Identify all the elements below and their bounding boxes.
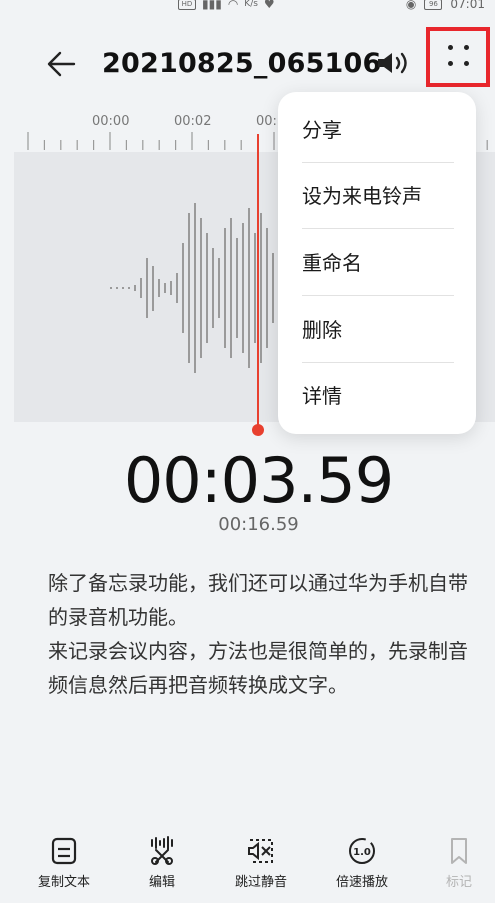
waveform-bar	[116, 287, 118, 289]
menu-item-details[interactable]: 详情	[302, 363, 454, 429]
waveform-bar	[242, 223, 244, 353]
vpn-icon: ♥	[263, 0, 275, 11]
elapsed-time: 00:03.59	[123, 444, 394, 517]
waveform-bar	[212, 248, 214, 328]
speaker-button[interactable]	[374, 48, 414, 78]
waveform-bar	[164, 283, 166, 293]
skip-silence-button[interactable]: 跳过静音	[228, 836, 294, 902]
more-options-button[interactable]	[426, 27, 490, 87]
bottom-toolbar: 复制文本 编辑 跳过静音 1.0 倍速播放 标记	[0, 836, 495, 903]
waveform-bar	[152, 265, 154, 311]
playback-speed-label: 倍速播放	[335, 875, 388, 890]
waveform-bar	[182, 243, 184, 333]
status-icons-right: ◉ 96 07:01	[406, 0, 485, 11]
copy-text-icon	[51, 837, 77, 865]
bookmark-icon	[451, 838, 467, 864]
playhead-handle[interactable]	[252, 424, 264, 436]
menu-item-share[interactable]: 分享	[302, 97, 454, 163]
clock: 07:01	[450, 0, 485, 11]
waveform-bar	[218, 258, 220, 318]
recording-title: 20210825_065106	[102, 48, 382, 79]
speed-icon-text: 1.0	[353, 847, 371, 858]
menu-item-delete[interactable]: 删除	[302, 297, 454, 363]
scissors-waveform-icon	[151, 836, 173, 865]
copy-text-button[interactable]: 复制文本	[32, 836, 96, 902]
mark-label: 标记	[445, 875, 472, 890]
waveform-bar	[188, 213, 190, 363]
waveform-bar	[266, 228, 268, 348]
mark-button[interactable]: 标记	[434, 836, 484, 902]
waveform-bar	[248, 208, 250, 368]
transcript-line: 除了备忘录功能，我们还可以通过华为手机自带的录音机功能。	[48, 571, 468, 629]
waveform-bar	[236, 238, 238, 338]
arrow-left-icon	[47, 51, 76, 77]
edit-button[interactable]: 编辑	[132, 836, 192, 902]
waveform-bar	[122, 287, 124, 289]
wifi-icon: ◠	[227, 0, 239, 11]
speaker-icon	[378, 52, 407, 74]
waveform-bar	[254, 233, 256, 343]
waveform-bar	[134, 285, 136, 291]
waveform-bar	[206, 233, 208, 343]
waveform-bar	[272, 253, 274, 323]
menu-divider	[302, 228, 454, 229]
header: 20210825_065106	[0, 27, 495, 100]
skip-silence-icon	[248, 839, 273, 863]
waveform-bar	[176, 273, 178, 303]
playhead-line[interactable]	[257, 134, 259, 428]
signal-icon: ▮▮▮	[202, 0, 222, 11]
menu-item-rename[interactable]: 重命名	[302, 230, 454, 296]
playback-speed-button[interactable]: 1.0 倍速播放	[328, 836, 396, 902]
waveform-bar	[224, 228, 226, 348]
battery-icon: 96	[424, 0, 443, 10]
waveform-bar	[128, 287, 130, 289]
hd-icon: HD	[178, 0, 196, 10]
back-button[interactable]	[44, 46, 80, 82]
waveform-bar	[110, 287, 112, 289]
status-icons-left: HD ▮▮▮ ◠ K/s ♥	[178, 0, 275, 11]
waveform-bar	[194, 203, 196, 373]
waveform-bar	[230, 218, 232, 358]
transcript-line: 来记录会议内容，方法也是很简单的，先录制音频信息然后再把音频转换成文字。	[48, 639, 468, 697]
skip-silence-label: 跳过静音	[234, 875, 287, 890]
options-menu: 分享 设为来电铃声 重命名 删除 详情	[278, 92, 476, 434]
speed-icon: 1.0	[349, 838, 375, 864]
eye-icon: ◉	[405, 0, 417, 11]
copy-text-label: 复制文本	[37, 875, 90, 890]
status-bar: HD ▮▮▮ ◠ K/s ♥ ◉ 96 07:01	[0, 0, 495, 16]
waveform-bar	[170, 281, 172, 295]
waveform-bar	[260, 213, 262, 363]
waveform-bar	[200, 218, 202, 358]
menu-item-set-ringtone[interactable]: 设为来电铃声	[302, 163, 454, 229]
net-speed-label: K/s	[244, 0, 258, 9]
transcript-text: 除了备忘录功能，我们还可以通过华为手机自带的录音机功能。 来记录会议内容，方法也…	[48, 566, 478, 702]
waveform-bar	[146, 258, 148, 318]
waveform-bar	[158, 279, 160, 297]
waveform-bar	[140, 278, 142, 298]
edit-label: 编辑	[148, 875, 175, 890]
total-duration: 00:16.59	[218, 514, 299, 535]
menu-divider	[302, 295, 454, 296]
